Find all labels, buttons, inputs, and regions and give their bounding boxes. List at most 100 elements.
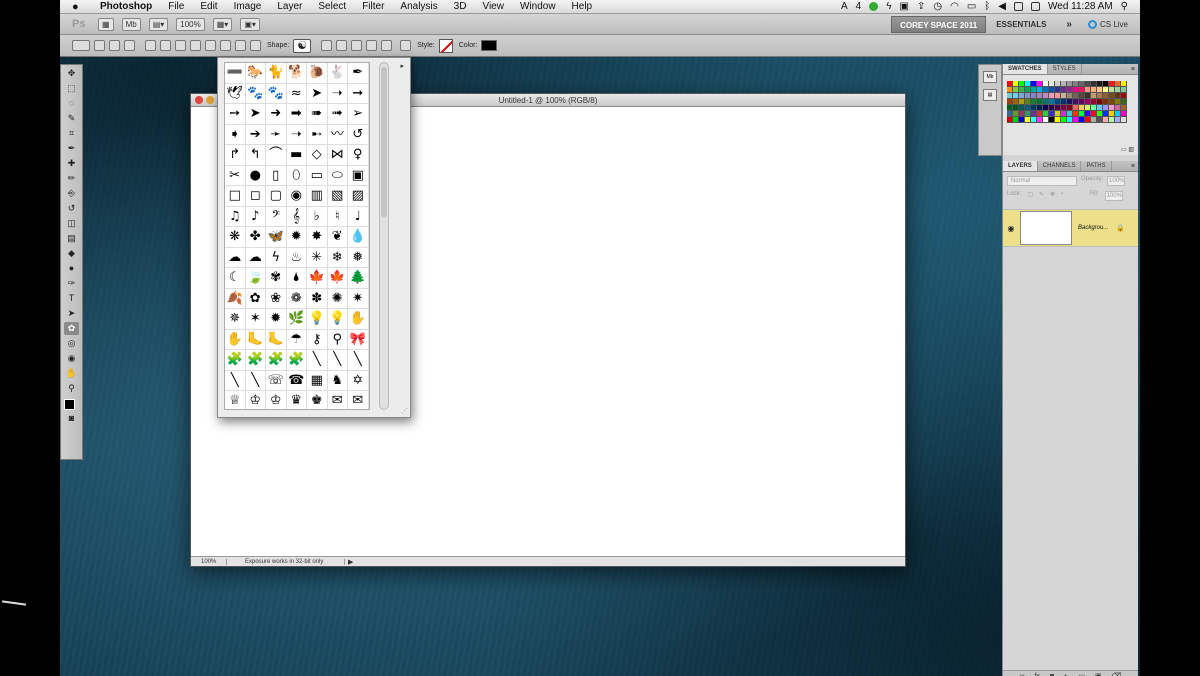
polygon-tool-button[interactable] (220, 40, 231, 51)
panel-menu-icon[interactable]: ≡ (1131, 64, 1135, 75)
shape-cell[interactable]: ➛ (266, 124, 287, 145)
shape-cell[interactable]: ✒ (348, 63, 369, 84)
shape-cell[interactable]: ❄ (327, 247, 348, 268)
zoom-level-select[interactable]: 100% (176, 17, 205, 31)
shape-picker-button[interactable]: ☯ (293, 38, 312, 53)
shape-cell[interactable]: ➟ (327, 104, 348, 125)
shape-cell[interactable]: 🦶 (266, 329, 287, 350)
shape-cell[interactable]: ➞ (348, 83, 369, 104)
new-layer-icon[interactable]: ▣ (1095, 671, 1102, 676)
shape-cell[interactable]: 🐾 (266, 83, 287, 104)
adobe-status-icon[interactable]: A (841, 1, 848, 12)
brush-icon[interactable]: ✏ (64, 172, 79, 185)
scrollbar-thumb[interactable] (381, 67, 387, 217)
shape-cell[interactable]: 🌿 (286, 309, 307, 330)
lasso-icon[interactable]: ◌ (64, 97, 79, 110)
shape-cell[interactable]: 🧩 (245, 350, 266, 371)
bluetooth-icon[interactable]: ᛒ (984, 1, 990, 12)
shape-cell[interactable]: 🍂 (225, 288, 246, 309)
layers-panel-menu-icon[interactable]: ≡ (1131, 161, 1135, 172)
path-select-icon[interactable]: ➤ (64, 307, 79, 320)
healing-brush-icon[interactable]: ✚ (64, 157, 79, 170)
shape-cell[interactable]: 🦶 (245, 329, 266, 350)
status-menu-arrow-icon[interactable]: ▶ (345, 558, 353, 566)
tab-paths[interactable]: PATHS (1081, 161, 1112, 171)
time-machine-icon[interactable]: ◷ (933, 1, 942, 12)
arrange-documents-button[interactable]: ▦▾ (212, 17, 233, 31)
link-layers-icon[interactable]: ∞ (1019, 671, 1024, 676)
custom-shape-icon[interactable]: ✿ (64, 322, 79, 335)
hand-icon[interactable]: ✋ (64, 367, 79, 380)
add-to-shape-button[interactable] (336, 40, 348, 51)
zoom-icon[interactable]: ⚲ (64, 382, 79, 395)
layer-style-icon[interactable]: fx (1034, 671, 1039, 676)
bolt-icon[interactable]: ϟ (886, 1, 891, 12)
shape-cell[interactable]: ✉ (328, 391, 348, 409)
layer-name[interactable]: Backgrou... (1078, 225, 1108, 231)
eraser-icon[interactable]: ◫ (64, 217, 79, 230)
shape-picker-scrollbar[interactable] (379, 62, 389, 410)
menu-app-name[interactable]: Photoshop (86, 1, 160, 12)
shape-cell[interactable]: ✂ (225, 165, 246, 186)
shape-cell[interactable]: ➤ (245, 104, 266, 125)
shape-cell[interactable]: ▣ (348, 165, 369, 186)
paths-mode-button[interactable] (109, 40, 120, 51)
history-brush-icon[interactable]: ↺ (64, 202, 79, 215)
menu-image[interactable]: Image (226, 1, 270, 12)
menu-view[interactable]: View (474, 1, 512, 12)
menu-help[interactable]: Help (564, 1, 601, 12)
layer-visibility-eye-icon[interactable]: ◉ (1003, 224, 1019, 233)
shape-cell[interactable]: ☏ (266, 370, 287, 391)
shape-cell[interactable]: ✋ (225, 329, 246, 350)
shape-cell[interactable]: ➧ (225, 124, 246, 145)
3d-orbit-icon[interactable]: ◉ (64, 352, 79, 365)
color-swatch[interactable] (481, 40, 498, 51)
shape-cell[interactable]: ➠ (307, 104, 328, 125)
rectangle-tool-button[interactable] (175, 40, 186, 51)
cs-live-button[interactable]: CS Live (1082, 19, 1140, 29)
sync-icon[interactable] (869, 2, 879, 11)
shape-cell[interactable]: ➙ (225, 104, 246, 125)
shape-cell[interactable]: 🧩 (266, 350, 287, 371)
shape-cell[interactable]: 🐎 (245, 63, 266, 84)
shape-cell[interactable]: 🍁 (307, 268, 328, 289)
shape-cell[interactable]: ➜ (266, 104, 287, 125)
shape-cell[interactable]: ☾ (225, 268, 246, 289)
close-window-button[interactable] (195, 96, 203, 104)
lock-position-icon[interactable]: ✥ (1050, 191, 1055, 201)
bridge-button[interactable]: ▦ (98, 17, 114, 31)
lock-pixels-icon[interactable]: ✎ (1039, 191, 1044, 201)
menu-analysis[interactable]: Analysis (392, 1, 445, 12)
shape-cell[interactable]: ϟ (266, 247, 287, 268)
shape-cell[interactable]: ✤ (245, 227, 266, 248)
battery-icon[interactable] (1031, 2, 1040, 11)
history-panel-icon[interactable]: ▤ (983, 89, 997, 101)
upload-icon[interactable]: ⇪ (917, 1, 925, 12)
tab-channels[interactable]: CHANNELS (1038, 161, 1082, 171)
shape-cell[interactable]: ⋈ (327, 145, 348, 166)
crop-icon[interactable]: ⌗ (64, 127, 79, 140)
shape-cell[interactable]: ❅ (348, 247, 369, 268)
shape-cell[interactable]: ♞ (327, 370, 348, 391)
rounded-rectangle-button[interactable] (190, 40, 201, 51)
shape-cell[interactable]: ● (245, 165, 266, 186)
workspace-corey-space[interactable]: COREY SPACE 2011 (891, 15, 987, 33)
shape-cell[interactable]: 🎀 (348, 329, 369, 350)
layer-row-background[interactable]: ◉ Backgrou... 🔒 (1003, 209, 1138, 247)
shape-layers-mode-button[interactable] (94, 40, 105, 51)
style-picker[interactable] (438, 38, 453, 53)
shape-cell[interactable]: ♔ (266, 391, 287, 409)
lock-transparency-icon[interactable]: ▢ (1027, 191, 1033, 201)
menu-file[interactable]: File (160, 1, 192, 12)
new-shape-layer-button[interactable] (321, 40, 333, 51)
tab-layers[interactable]: LAYERS (1003, 161, 1038, 171)
foreground-color-swatch[interactable] (64, 399, 75, 410)
shape-cell[interactable]: 🐾 (245, 83, 266, 104)
shape-cell[interactable]: ╲ (327, 350, 348, 371)
shape-cell[interactable]: ❀ (266, 288, 287, 309)
shape-cell[interactable]: ⬯ (286, 165, 307, 186)
picker-menu-icon[interactable]: ▸ (400, 62, 404, 70)
clock[interactable]: Wed 11:28 AM (1048, 1, 1113, 12)
shape-cell[interactable]: ☁ (245, 247, 266, 268)
pen-icon[interactable]: ✑ (64, 277, 79, 290)
